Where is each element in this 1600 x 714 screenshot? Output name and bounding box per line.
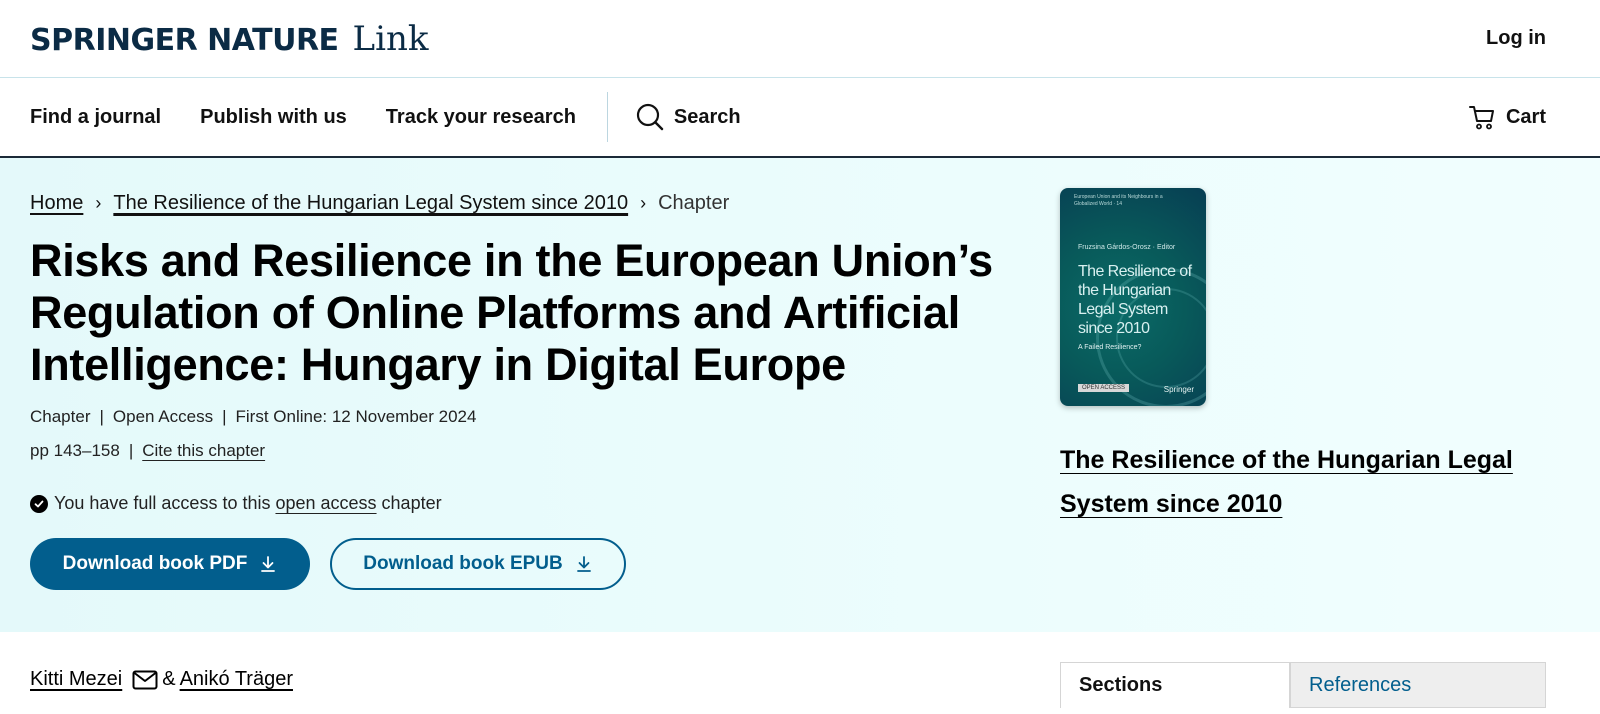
cart-label: Cart [1505, 105, 1546, 128]
springer-nature-link-logo[interactable]: SPRINGER NATURE Link [30, 19, 429, 59]
tab-references[interactable]: References [1290, 662, 1546, 708]
cover-editor: Fruzsina Gárdos-Orosz · Editor [1078, 244, 1176, 251]
access-notice: You have full access to this open access… [30, 493, 1010, 514]
chapter-type: Chapter [30, 407, 91, 426]
chapter-pages-row: pp 143–158 | Cite this chapter [30, 441, 1010, 461]
chapter-meta: Chapter | Open Access | First Online: 12… [30, 407, 1010, 427]
author-link[interactable]: Anikó Träger [180, 668, 293, 691]
top-header: SPRINGER NATURE Link Log in [0, 0, 1600, 78]
chapter-hero: Home › The Resilience of the Hungarian L… [0, 158, 1600, 636]
cite-this-chapter-link[interactable]: Cite this chapter [142, 441, 265, 461]
cover-publisher: Springer [1163, 385, 1194, 394]
access-type: Open Access [112, 407, 214, 426]
check-circle-icon [30, 494, 48, 513]
chevron-right-icon: › [640, 193, 647, 213]
nav-find-a-journal[interactable]: Find a journal [30, 106, 161, 129]
book-title-link[interactable]: The Resilience of the Hungarian Legal Sy… [1060, 438, 1530, 526]
page-range: pp 143–158 [30, 441, 120, 460]
download-pdf-label: Download book PDF [62, 553, 248, 574]
logo-product: Link [352, 18, 429, 59]
breadcrumb: Home › The Resilience of the Hungarian L… [30, 192, 1010, 215]
meta-separator: | [99, 407, 104, 426]
open-access-link[interactable]: open access [275, 493, 376, 514]
cover-series: European Union and its Neighbours in a G… [1074, 194, 1163, 207]
authors-section: Kitti Mezei & Anikó Träger Sections Refe… [0, 632, 1600, 714]
tab-sections[interactable]: Sections [1060, 662, 1290, 708]
cover-subtitle: A Failed Resilience? [1078, 344, 1142, 351]
login-link[interactable]: Log in [1486, 27, 1546, 50]
search-label: Search [673, 105, 741, 128]
first-online-date: First Online: 12 November 2024 [235, 407, 477, 426]
breadcrumb-book[interactable]: The Resilience of the Hungarian Legal Sy… [113, 192, 628, 215]
email-icon[interactable] [132, 669, 158, 691]
cover-title: The Resilience of the Hungarian Legal Sy… [1078, 263, 1192, 337]
breadcrumb-home[interactable]: Home [30, 192, 83, 215]
chapter-title: Risks and Resilience in the European Uni… [30, 235, 993, 390]
cover-open-access-badge: OPEN ACCESS [1078, 384, 1130, 392]
main-nav: Find a journal Publish with us Track you… [0, 78, 1600, 158]
nav-divider [606, 92, 608, 142]
book-info: European Union and its Neighbours in a G… [1060, 188, 1560, 526]
author-connector: & [162, 668, 176, 690]
download-icon [576, 556, 591, 572]
chevron-right-icon: › [95, 193, 102, 213]
search-button[interactable]: Search [636, 103, 741, 131]
author-list: Kitti Mezei & Anikó Träger [30, 668, 293, 691]
nav-track-your-research[interactable]: Track your research [386, 106, 576, 129]
access-prefix: You have full access to this [54, 493, 271, 513]
access-suffix: chapter [381, 493, 442, 513]
logo-brand: SPRINGER NATURE [30, 22, 339, 58]
download-epub-label: Download book EPUB [363, 553, 563, 574]
breadcrumb-current: Chapter [658, 192, 730, 214]
meta-separator: | [222, 407, 227, 426]
download-epub-button[interactable]: Download book EPUB [330, 538, 626, 590]
nav-publish-with-us[interactable]: Publish with us [200, 106, 347, 129]
author-link[interactable]: Kitti Mezei [30, 668, 122, 691]
cart-icon [1468, 106, 1494, 130]
download-buttons: Download book PDF Download book EPUB [30, 538, 1010, 590]
search-icon [636, 103, 664, 131]
article-tabs: Sections References [1060, 662, 1546, 708]
download-pdf-button[interactable]: Download book PDF [30, 538, 310, 590]
book-cover-image[interactable]: European Union and its Neighbours in a G… [1060, 188, 1206, 406]
download-icon [261, 556, 276, 572]
meta-separator: | [128, 441, 134, 460]
cart-button[interactable]: Cart [1468, 103, 1546, 131]
